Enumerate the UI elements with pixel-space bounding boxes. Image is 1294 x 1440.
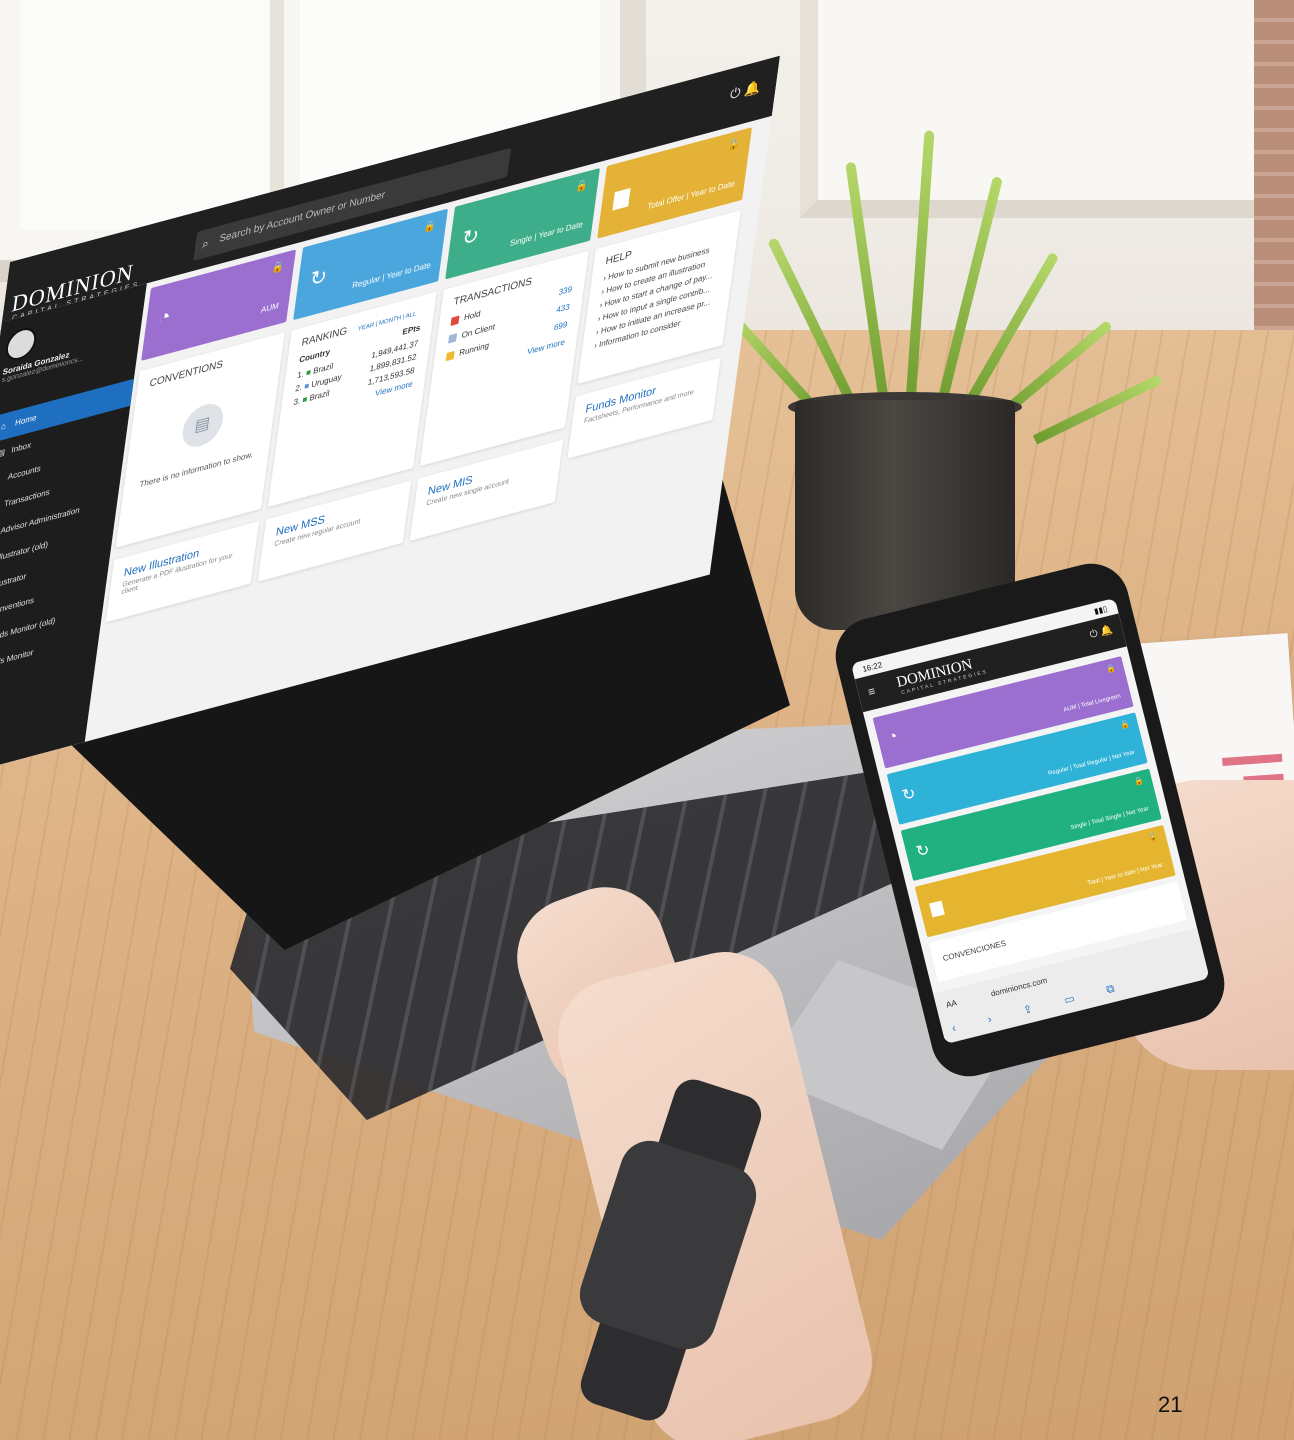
search-icon: ⌕ bbox=[201, 235, 210, 252]
menu-icon[interactable]: ≡ bbox=[867, 684, 877, 699]
transactions-card: TRANSACTIONS Hold 339 On Client 433 Runn… bbox=[419, 250, 589, 467]
sidebar-item-label: Illustrator (old) bbox=[0, 539, 49, 563]
avatar bbox=[3, 324, 39, 364]
lock-icon: 🔒 bbox=[1132, 775, 1145, 787]
signal-battery-icon: ▮▮▯ bbox=[1093, 604, 1109, 617]
hold-icon bbox=[450, 315, 460, 326]
sidebar-item-label: Inbox bbox=[10, 440, 32, 455]
lock-icon: 🔒 bbox=[270, 260, 285, 276]
refresh-icon: ↻ bbox=[914, 841, 932, 862]
flag-brazil-icon: ■ bbox=[305, 367, 312, 378]
power-icon[interactable]: ⏻ bbox=[729, 84, 741, 102]
conventions-card: CONVENTIONS ▤ There is no information to… bbox=[115, 332, 285, 548]
text-size-button[interactable]: AA bbox=[945, 998, 958, 1009]
flag-brazil-icon: ■ bbox=[301, 394, 308, 405]
lock-icon: 🔒 bbox=[726, 138, 741, 153]
tile-label: Single | Total Single | Net Year bbox=[1070, 806, 1150, 832]
conventions-empty-text: There is no information to show. bbox=[138, 449, 254, 490]
sidebar-item-label: Transactions bbox=[3, 487, 51, 509]
power-icon[interactable]: ⏻ bbox=[1089, 628, 1099, 641]
photo-scene: DOMINION CAPITAL STRATEGIES ⌕ Search by … bbox=[0, 0, 1294, 1440]
url-field[interactable]: dominioncs.com bbox=[990, 976, 1048, 999]
refresh-icon: ↻ bbox=[308, 264, 329, 293]
lock-icon: 🔒 bbox=[1118, 719, 1131, 731]
topbar-icons: ⏻ 🔔 bbox=[729, 79, 761, 104]
window-pane-left bbox=[20, 0, 284, 230]
bell-icon[interactable]: 🔔 bbox=[1099, 625, 1114, 639]
ranking-col-country: Country bbox=[298, 347, 331, 365]
pie-chart-icon: ◔ bbox=[885, 727, 900, 747]
sidebar-item-label: Conventions bbox=[0, 595, 35, 617]
user-profile[interactable]: Soraida Gonzalez s.gonzalez@dominioncs..… bbox=[1, 311, 90, 384]
pie-chart-icon: ◔ bbox=[156, 304, 173, 331]
tile-label: Regular | Total Regular | Net Year bbox=[1047, 749, 1136, 778]
sidebar-item-label: Accounts bbox=[7, 463, 42, 482]
ranking-card: RANKING YEAR | MONTH | ALL Country EPts … bbox=[267, 291, 437, 507]
lock-icon: 🔒 bbox=[1146, 831, 1159, 843]
client-icon bbox=[448, 333, 458, 344]
bell-icon[interactable]: 🔔 bbox=[743, 79, 761, 99]
refresh-icon: ↻ bbox=[900, 785, 918, 805]
lock-icon: 🔒 bbox=[1104, 662, 1117, 675]
tile-label: Total Offer | Year to Date bbox=[646, 178, 736, 212]
lock-icon: 🔒 bbox=[422, 219, 437, 235]
empty-list-icon: ▤ bbox=[179, 399, 226, 452]
window-right bbox=[800, 0, 1258, 218]
bar-chart-icon: ▆ bbox=[928, 897, 945, 918]
tile-label: Total | Year to date | Net Year bbox=[1086, 862, 1164, 887]
tile-label: Single | Year to Date bbox=[509, 219, 584, 249]
running-icon bbox=[445, 350, 455, 362]
tile-label: Regular | Year to Date bbox=[351, 260, 432, 291]
flag-uruguay-icon: ■ bbox=[303, 380, 310, 392]
bar-chart-icon: ▆ bbox=[612, 183, 632, 211]
tile-label: AUM | Total Livegreen bbox=[1062, 693, 1122, 714]
page-number: 21 bbox=[1158, 1392, 1183, 1417]
lock-icon: 🔒 bbox=[574, 178, 589, 194]
sidebar-item-label: Home bbox=[14, 412, 38, 428]
tile-label: AUM bbox=[260, 300, 280, 315]
ranking-col-eps: EPts bbox=[401, 322, 421, 337]
sidebar-item-label: Funds Monitor bbox=[0, 647, 35, 671]
phone-topbar-icons: ⏻ 🔔 bbox=[1089, 625, 1114, 641]
refresh-icon: ↻ bbox=[460, 223, 481, 252]
sidebar-item-label: Illustrator bbox=[0, 571, 27, 590]
